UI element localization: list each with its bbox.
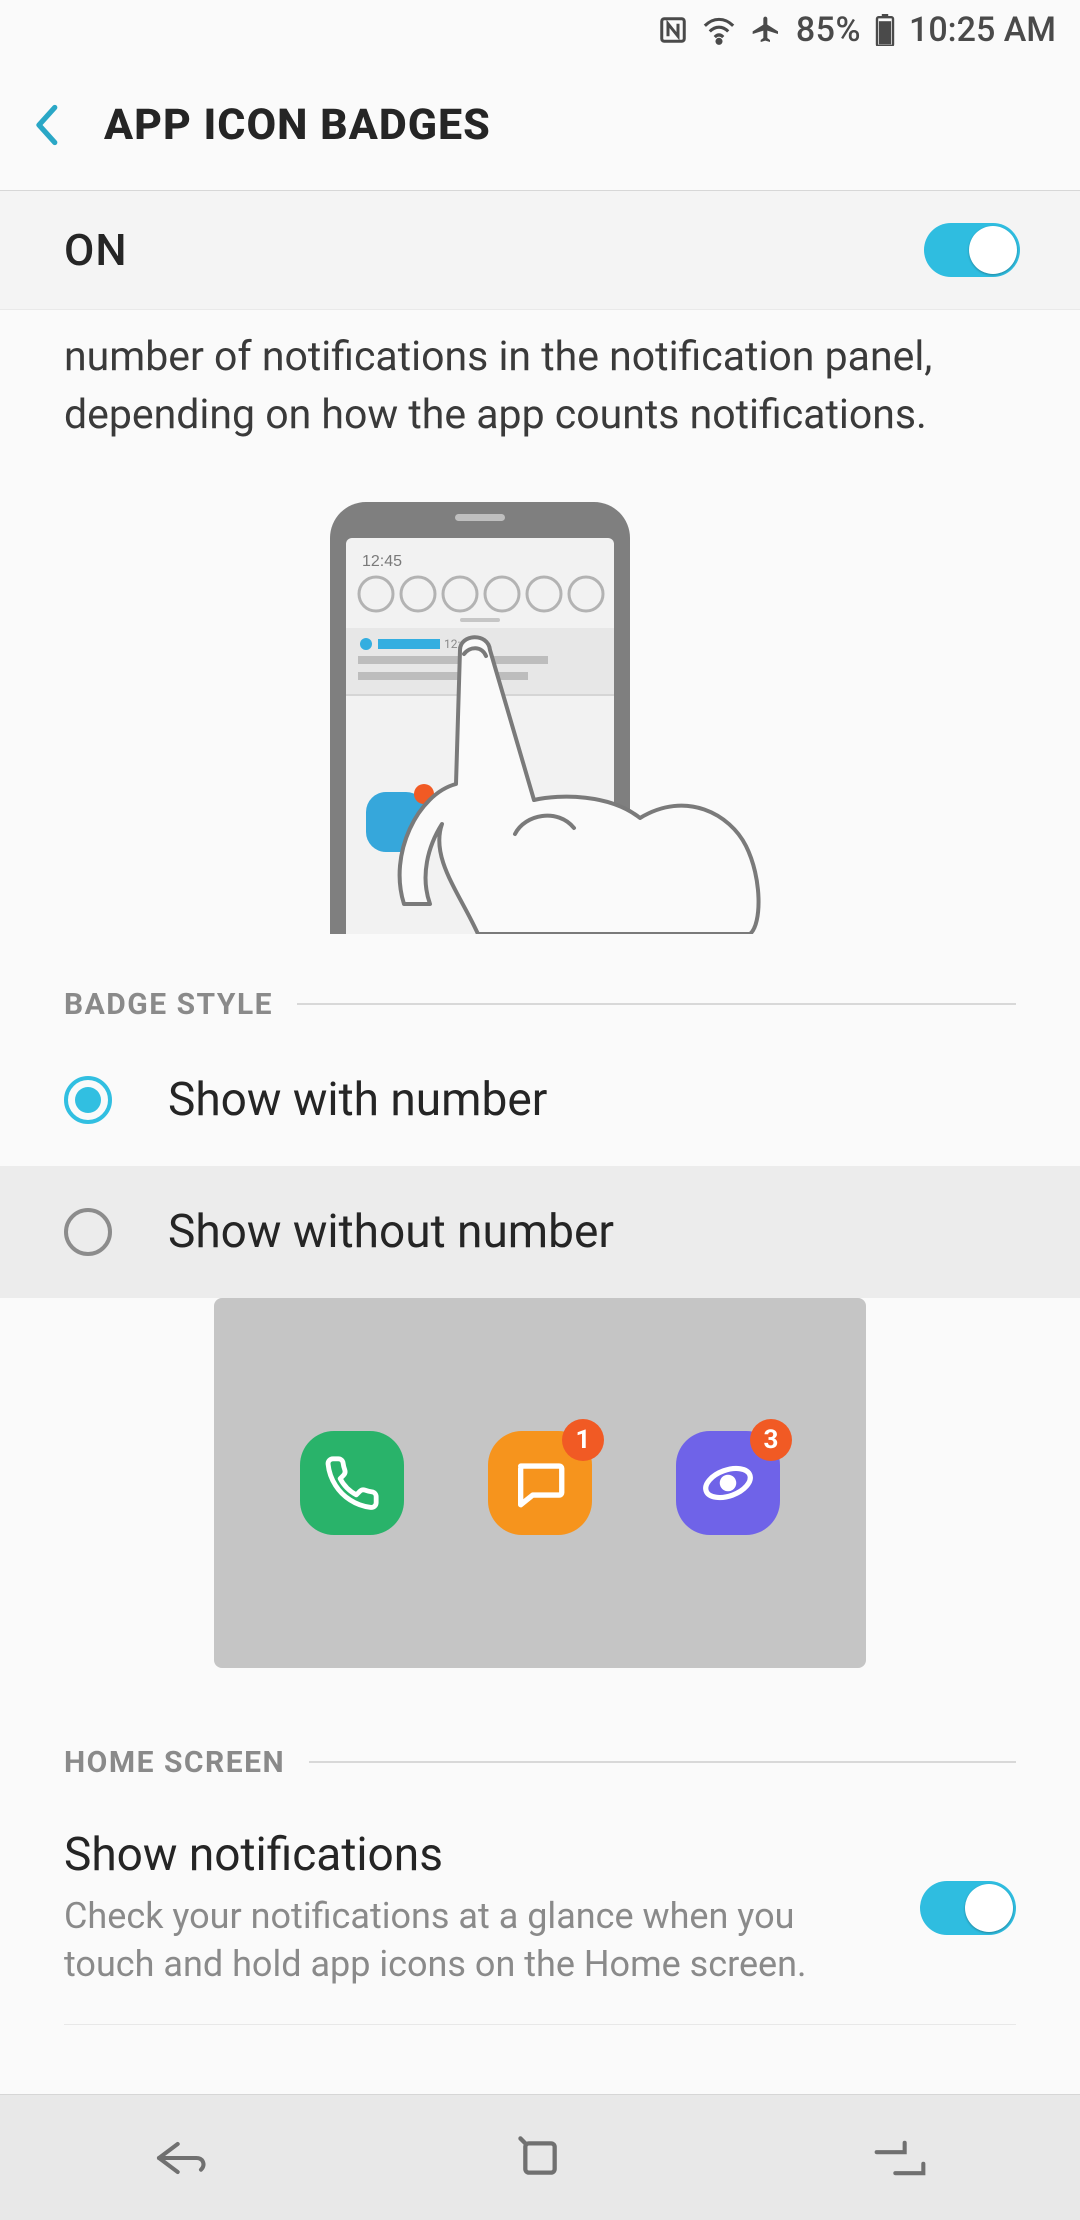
nav-home-button[interactable]: [480, 2128, 600, 2188]
battery-percent: 85%: [796, 10, 861, 50]
feature-description: number on the badge may be different fro…: [0, 310, 1080, 474]
show-notifications-row[interactable]: Show notifications Check your notificati…: [0, 1792, 1080, 2024]
nav-back-button[interactable]: [120, 2128, 240, 2188]
show-notifications-subtitle: Check your notifications at a glance whe…: [64, 1892, 824, 1988]
preview-browser-icon: 3: [676, 1431, 780, 1535]
show-notifications-title: Show notifications: [64, 1828, 824, 1882]
master-toggle-label: ON: [64, 224, 128, 276]
divider: [64, 2024, 1016, 2025]
nav-recents-button[interactable]: [840, 2128, 960, 2188]
preview-messages-icon: 1: [488, 1431, 592, 1535]
status-time: 10:25 AM: [909, 10, 1056, 50]
feature-description-clipped: number on the badge may be different fro…: [64, 310, 1016, 312]
divider: [297, 1003, 1016, 1005]
section-header-badge-style-label: BADGE STYLE: [64, 987, 273, 1022]
master-toggle-switch[interactable]: [924, 223, 1020, 277]
radio-show-with-number-label: Show with number: [168, 1073, 547, 1127]
svg-text:12:45: 12:45: [362, 553, 402, 570]
status-bar: 85% 10:25 AM: [0, 0, 1080, 60]
section-header-home-screen: HOME SCREEN: [0, 1732, 1080, 1792]
back-button[interactable]: [24, 103, 68, 147]
section-header-home-screen-label: HOME SCREEN: [64, 1745, 285, 1780]
radio-show-with-number[interactable]: Show with number: [0, 1034, 1080, 1166]
wifi-icon: [702, 15, 736, 45]
radio-show-without-number[interactable]: Show without number: [0, 1166, 1080, 1298]
show-notifications-switch[interactable]: [920, 1881, 1016, 1935]
battery-icon: [875, 14, 895, 46]
radio-show-without-number-label: Show without number: [168, 1205, 614, 1259]
radio-indicator-selected: [64, 1076, 112, 1124]
airplane-mode-icon: [750, 14, 782, 46]
divider: [309, 1761, 1016, 1763]
preview-phone-icon: [300, 1431, 404, 1535]
settings-screen: 85% 10:25 AM APP ICON BADGES ON number o…: [0, 0, 1080, 2220]
page-title: APP ICON BADGES: [104, 100, 491, 150]
feature-description-text: number of notifications in the notificat…: [64, 333, 932, 439]
feature-illustration: 12:45 12:45: [0, 474, 1080, 974]
app-bar: APP ICON BADGES: [0, 60, 1080, 190]
scroll-area[interactable]: number on the badge may be different fro…: [0, 310, 1080, 2094]
radio-indicator-unselected: [64, 1208, 112, 1256]
section-header-badge-style: BADGE STYLE: [0, 974, 1080, 1034]
master-toggle-row[interactable]: ON: [0, 190, 1080, 310]
nfc-icon: [658, 15, 688, 45]
badge-style-preview: 1 3: [214, 1298, 866, 1668]
system-nav-bar: [0, 2094, 1080, 2220]
preview-messages-badge: 1: [562, 1419, 604, 1461]
show-notifications-text: Show notifications Check your notificati…: [64, 1828, 824, 1988]
preview-browser-badge: 3: [750, 1419, 792, 1461]
